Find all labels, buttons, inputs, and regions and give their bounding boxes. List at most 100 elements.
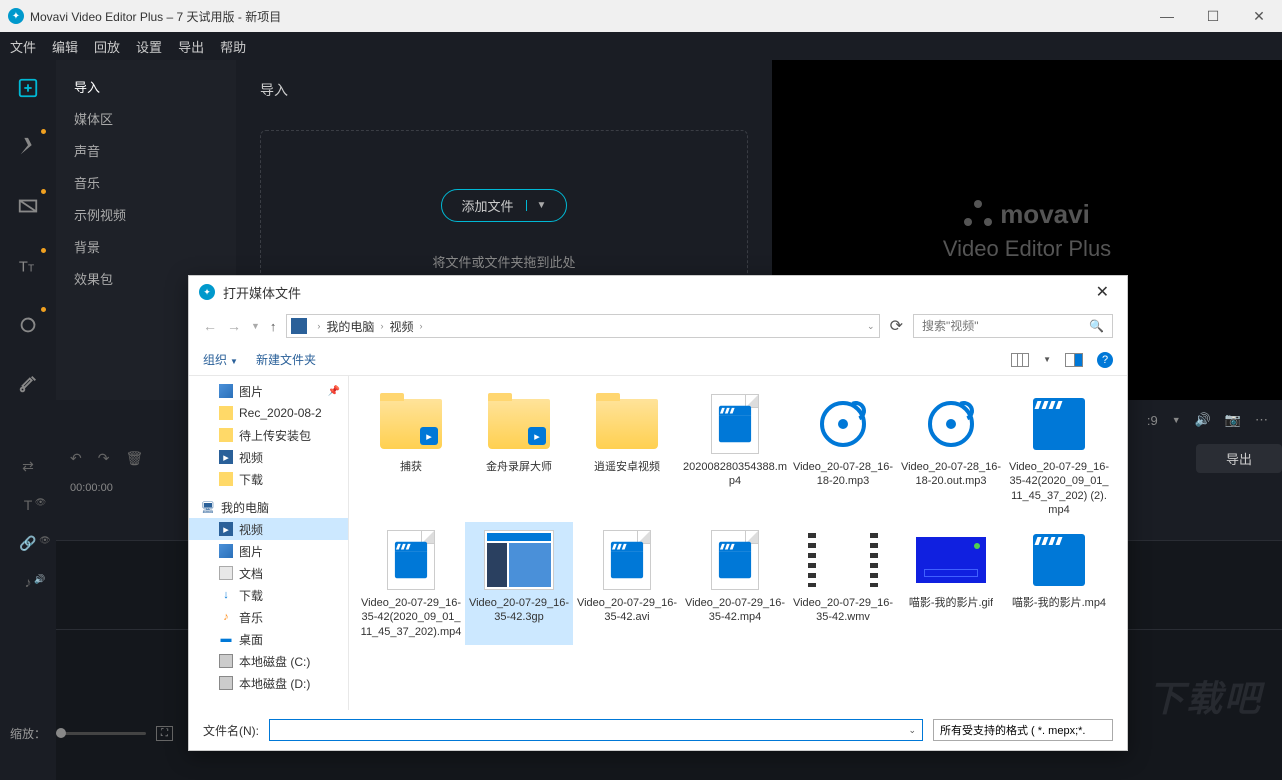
- nav-up-icon[interactable]: ↑: [270, 319, 277, 334]
- maximize-button[interactable]: ☐: [1190, 0, 1236, 32]
- new-folder-button[interactable]: 新建文件夹: [256, 351, 316, 368]
- file-item[interactable]: Video_20-07-29_16-35-42.avi: [573, 522, 681, 645]
- tree-item[interactable]: 本地磁盘 (C:): [189, 650, 348, 672]
- file-item[interactable]: Video_20-07-29_16-35-42.wmv: [789, 522, 897, 645]
- menu-item[interactable]: 导出: [178, 37, 204, 56]
- tree-item[interactable]: ▸视频: [189, 518, 348, 540]
- tree-item[interactable]: 图片📌: [189, 380, 348, 402]
- tree-item[interactable]: 文档: [189, 562, 348, 584]
- redo-icon[interactable]: ↷: [98, 450, 110, 467]
- search-box[interactable]: 🔍: [913, 314, 1113, 338]
- add-track-icon[interactable]: ⇄: [22, 458, 34, 475]
- menu-item[interactable]: 帮助: [220, 37, 246, 56]
- menu-item[interactable]: 编辑: [52, 37, 78, 56]
- nav-back-icon[interactable]: ←: [203, 318, 217, 334]
- filters-tool-icon[interactable]: [12, 131, 44, 162]
- file-item[interactable]: 逍遥安卓视频: [573, 386, 681, 522]
- delete-icon[interactable]: 🗑: [125, 450, 143, 467]
- file-item[interactable]: Video_20-07-29_16-35-42(2020_09_01_11_45…: [357, 522, 465, 645]
- breadcrumb-dropdown-icon[interactable]: ⌄: [867, 321, 875, 332]
- filename-input[interactable]: ⌄: [269, 719, 923, 741]
- tree-item[interactable]: 🖥我的电脑: [189, 496, 348, 518]
- transitions-tool-icon[interactable]: [12, 191, 44, 222]
- tree-item[interactable]: ↓下载: [189, 584, 348, 606]
- tree-item[interactable]: ▬桌面: [189, 628, 348, 650]
- open-file-dialog: ✦ 打开媒体文件 ✕ ← → ▼ ↑ › 我的电脑 › 视频 › ⌄ ⟳ 🔍 组…: [188, 275, 1128, 751]
- vid-icon: ▸: [219, 522, 233, 536]
- text-track-icon[interactable]: T👁: [24, 497, 33, 513]
- refresh-icon[interactable]: ⟳: [890, 316, 903, 336]
- tree-item[interactable]: ♪音乐: [189, 606, 348, 628]
- stickers-tool-icon[interactable]: [12, 309, 44, 340]
- tree-item[interactable]: Rec_2020-08-2: [189, 402, 348, 424]
- menu-item[interactable]: 设置: [136, 37, 162, 56]
- add-files-button[interactable]: 添加文件 ▼: [441, 189, 568, 222]
- chevron-down-icon[interactable]: ▼: [1172, 415, 1181, 425]
- window-titlebar: ✦ Movavi Video Editor Plus – 7 天试用版 - 新项…: [0, 0, 1282, 32]
- search-input[interactable]: [922, 319, 1089, 333]
- file-thumb: [484, 528, 554, 592]
- file-thumb: [916, 528, 986, 592]
- more-icon[interactable]: ⋯: [1255, 412, 1268, 428]
- breadcrumb[interactable]: › 我的电脑 › 视频 › ⌄: [286, 314, 879, 338]
- sidebar-item[interactable]: 示例视频: [56, 198, 236, 230]
- file-item[interactable]: Video_20-07-28_16-18-20.out.mp3: [897, 386, 1005, 522]
- tree-label: 下载: [239, 471, 263, 488]
- file-filter[interactable]: 所有受支持的格式 ( *. mepx;*.: [933, 719, 1113, 741]
- file-item[interactable]: Video_20-07-29_16-35-42(2020_09_01_11_45…: [1005, 386, 1113, 522]
- chevron-down-icon[interactable]: ▼: [526, 200, 547, 211]
- audio-track-icon[interactable]: ♪🔊: [25, 574, 32, 590]
- sidebar-item[interactable]: 背景: [56, 230, 236, 262]
- doc-icon: [219, 566, 233, 580]
- camera-icon[interactable]: 📷: [1225, 412, 1241, 428]
- sidebar-item[interactable]: 导入: [56, 70, 236, 102]
- link-track-icon[interactable]: 🔗👁: [19, 535, 36, 552]
- fit-icon[interactable]: ⛶: [156, 726, 173, 741]
- breadcrumb-folder[interactable]: 视频: [389, 318, 413, 335]
- close-button[interactable]: ✕: [1236, 0, 1282, 32]
- tree-label: 本地磁盘 (D:): [239, 675, 310, 692]
- dialog-close-button[interactable]: ✕: [1088, 282, 1117, 302]
- preview-pane-button[interactable]: [1065, 353, 1083, 367]
- import-tool-icon[interactable]: [12, 72, 44, 103]
- nav-history-icon[interactable]: ▼: [251, 321, 260, 331]
- sidebar-item[interactable]: 媒体区: [56, 102, 236, 134]
- file-item[interactable]: Video_20-07-28_16-18-20.mp3: [789, 386, 897, 522]
- file-item[interactable]: 喵影-我的影片.gif: [897, 522, 1005, 645]
- menu-item[interactable]: 回放: [94, 37, 120, 56]
- zoom-slider[interactable]: [56, 732, 146, 735]
- minimize-button[interactable]: —: [1144, 0, 1190, 32]
- help-icon[interactable]: ?: [1097, 352, 1113, 368]
- file-item[interactable]: 202008280354388.mp4: [681, 386, 789, 522]
- zoom-control: 缩放： ⛶: [10, 725, 173, 742]
- tree-label: 下载: [239, 587, 263, 604]
- more-tool-icon[interactable]: [12, 369, 44, 400]
- menu-item[interactable]: 文件: [10, 37, 36, 56]
- file-item[interactable]: Video_20-07-29_16-35-42.3gp: [465, 522, 573, 645]
- nav-forward-icon[interactable]: →: [227, 318, 241, 334]
- volume-icon[interactable]: 🔊: [1195, 412, 1211, 428]
- export-button[interactable]: 导出: [1196, 444, 1282, 473]
- tree-item[interactable]: 下载: [189, 468, 348, 490]
- file-item[interactable]: 喵影-我的影片.mp4: [1005, 522, 1113, 645]
- titles-tool-icon[interactable]: TT: [12, 250, 44, 281]
- breadcrumb-root[interactable]: 我的电脑: [326, 318, 374, 335]
- file-item[interactable]: Video_20-07-29_16-35-42.mp4: [681, 522, 789, 645]
- sidebar-item[interactable]: 声音: [56, 134, 236, 166]
- tree-item[interactable]: 本地磁盘 (D:): [189, 672, 348, 694]
- organize-button[interactable]: 组织▼: [203, 351, 238, 368]
- view-dropdown-icon[interactable]: ▼: [1043, 355, 1051, 364]
- undo-icon[interactable]: ↶: [70, 450, 82, 467]
- file-thumb: [700, 392, 770, 456]
- file-name: 捕获: [400, 460, 422, 474]
- file-thumb: [484, 392, 554, 456]
- aspect-ratio[interactable]: :9: [1147, 413, 1158, 428]
- view-mode-button[interactable]: [1011, 353, 1029, 367]
- file-item[interactable]: 金舟录屏大师: [465, 386, 573, 522]
- file-item[interactable]: 捕获: [357, 386, 465, 522]
- tree-item[interactable]: 待上传安装包: [189, 424, 348, 446]
- sidebar-item[interactable]: 音乐: [56, 166, 236, 198]
- tree-item[interactable]: ▸视频: [189, 446, 348, 468]
- search-icon[interactable]: 🔍: [1089, 319, 1104, 333]
- tree-item[interactable]: 图片: [189, 540, 348, 562]
